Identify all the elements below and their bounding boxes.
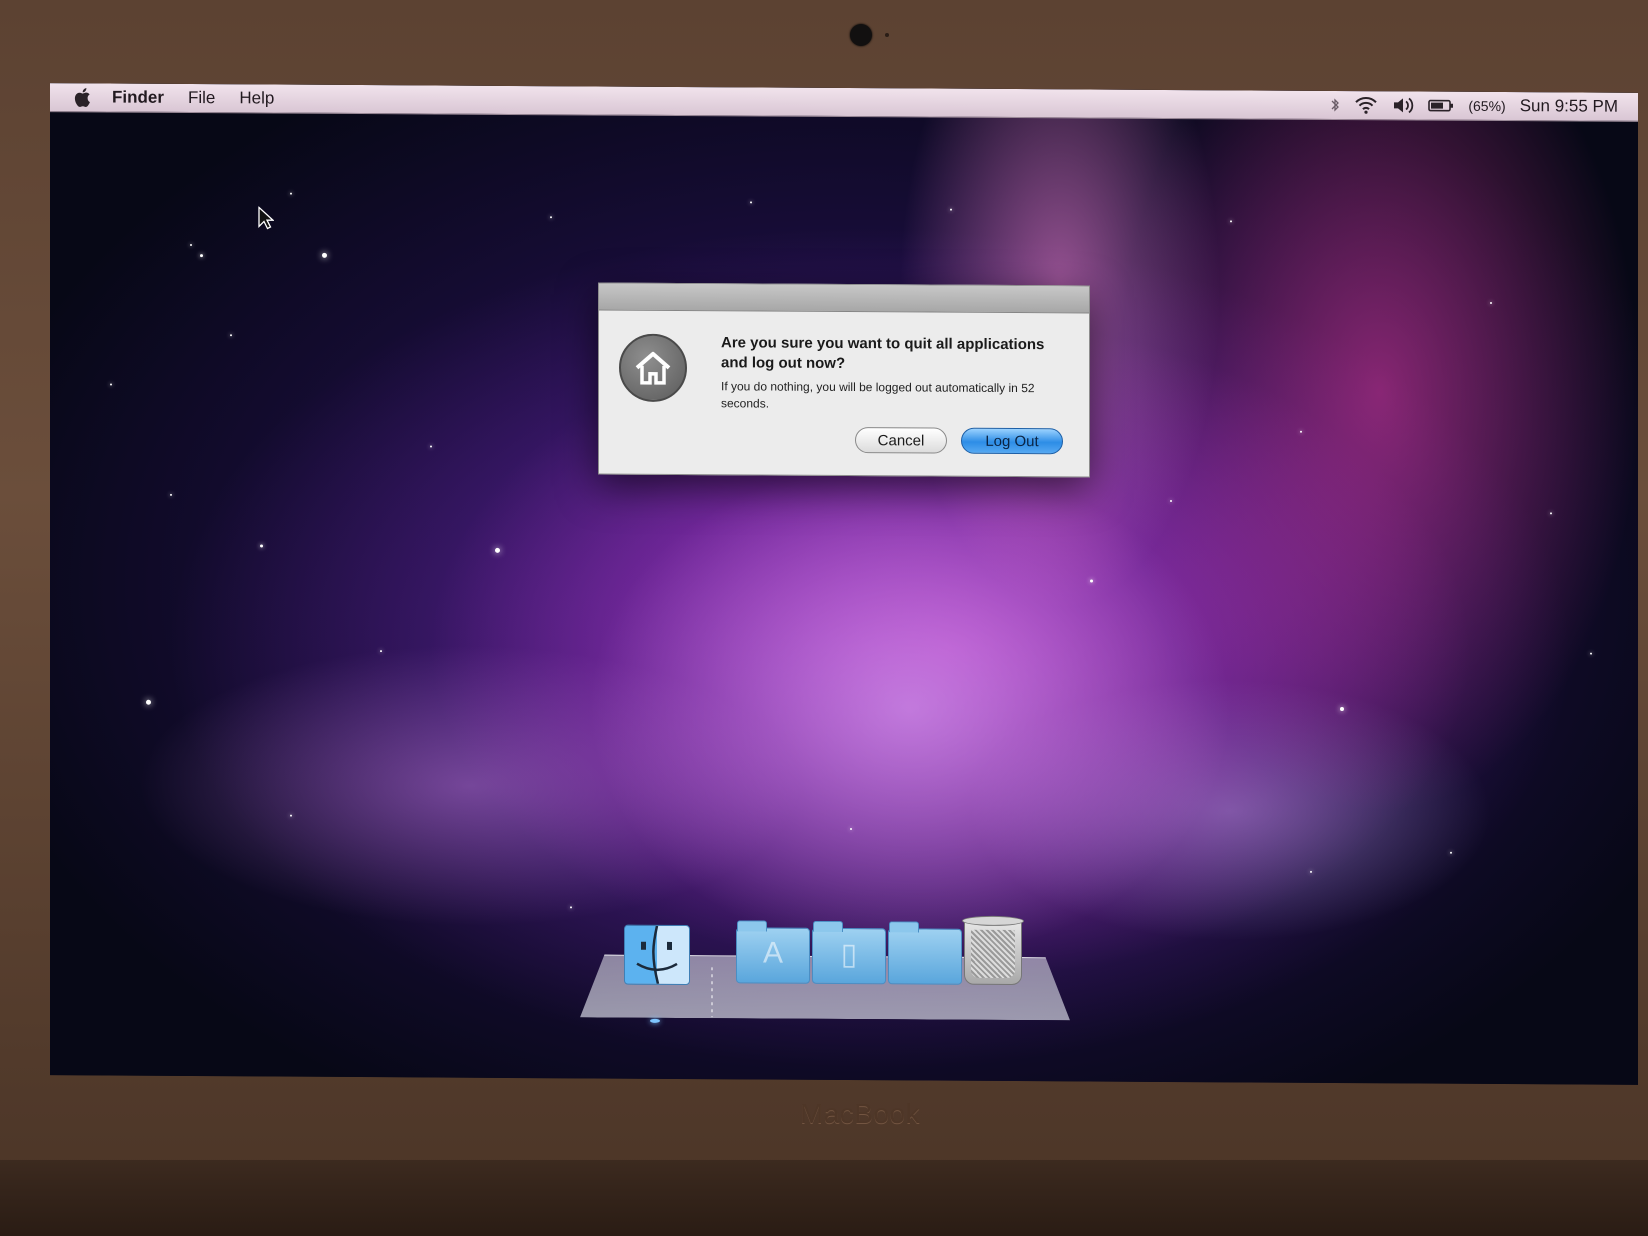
menu-file[interactable]: File — [188, 88, 215, 108]
star — [570, 906, 572, 909]
star — [1310, 870, 1312, 873]
menu-help[interactable]: Help — [239, 88, 274, 108]
star — [1230, 220, 1232, 223]
webcam-led — [885, 33, 889, 37]
applications-folder-icon[interactable]: A — [736, 927, 810, 984]
bluetooth-icon[interactable] — [1330, 97, 1340, 113]
downloads-folder-icon[interactable] — [888, 928, 962, 985]
volume-icon[interactable] — [1392, 96, 1414, 114]
star — [495, 547, 500, 553]
star — [1170, 499, 1172, 503]
wifi-icon[interactable] — [1354, 96, 1378, 114]
star — [1300, 430, 1302, 433]
star — [950, 208, 952, 211]
star — [1490, 301, 1492, 304]
home-icon — [619, 333, 687, 403]
star — [550, 216, 552, 219]
star — [1590, 652, 1592, 655]
finder-icon[interactable] — [624, 924, 690, 986]
star — [146, 699, 151, 705]
battery-percentage: (65%) — [1468, 97, 1506, 115]
keyboard-edge — [0, 1160, 1648, 1236]
menu-finder[interactable]: Finder — [112, 88, 164, 108]
star — [430, 445, 432, 448]
star — [200, 254, 203, 258]
star — [380, 650, 382, 653]
apple-menu-icon[interactable] — [72, 87, 92, 107]
star — [750, 201, 752, 204]
star — [850, 828, 852, 831]
webcam — [850, 24, 872, 46]
dialog-message: If you do nothing, you will be logged ou… — [721, 379, 1035, 411]
device-brand: MacBook — [799, 1098, 921, 1129]
status-area: (65%) Sun 9:55 PM — [1330, 91, 1618, 121]
trash-icon[interactable] — [962, 915, 1024, 986]
star — [1340, 707, 1344, 712]
dialog-titlebar[interactable] — [599, 283, 1089, 314]
star — [1550, 512, 1552, 515]
star — [1450, 851, 1452, 854]
star — [190, 244, 192, 247]
screen: Finder File Help (65%) Sun 9:55 PM Are y… — [50, 83, 1638, 1085]
dialog-title: Are you sure you want to quit all applic… — [721, 334, 1045, 373]
documents-folder-icon[interactable]: ▯ — [812, 927, 886, 985]
menu-clock[interactable]: Sun 9:55 PM — [1520, 96, 1618, 117]
star — [322, 252, 327, 258]
star — [110, 383, 112, 386]
star — [230, 334, 232, 337]
battery-icon[interactable] — [1428, 99, 1454, 113]
star — [290, 814, 292, 817]
running-indicator — [650, 1018, 660, 1023]
star — [260, 544, 263, 548]
dock-divider — [708, 967, 716, 1022]
star — [1090, 579, 1093, 583]
star — [290, 192, 292, 195]
mouse-pointer-icon — [258, 205, 275, 235]
cancel-button[interactable]: Cancel — [855, 427, 947, 454]
logout-dialog: Are you sure you want to quit all applic… — [598, 282, 1090, 478]
log-out-button[interactable]: Log Out — [961, 427, 1063, 455]
star — [170, 493, 172, 496]
